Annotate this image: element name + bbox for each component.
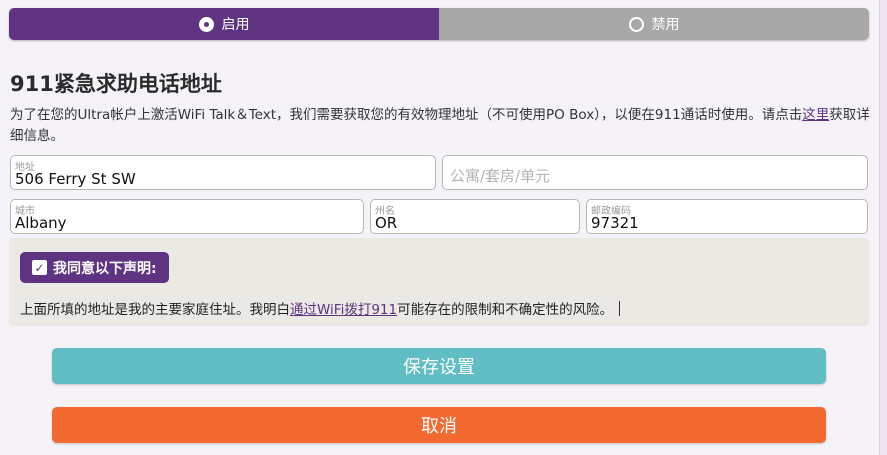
save-settings-button[interactable]: 保存设置 [52, 348, 826, 384]
description-text: 为了在您的Ultra帐户上激活WiFi Talk＆Text，我们需要获取您的有效… [10, 107, 803, 123]
checkmark-icon: ✓ [32, 260, 47, 275]
city-field[interactable]: 城市 Albany [10, 199, 364, 234]
toggle-enable-option[interactable]: 启用 [9, 8, 439, 40]
state-field[interactable]: 州名 OR [370, 199, 580, 234]
unit-field[interactable]: 公寓/套房/单元 [442, 155, 868, 190]
agreement-panel: ✓ 我同意以下声明: 上面所填的地址是我的主要家庭住址。我明白通过WiFi拨打9… [9, 238, 869, 326]
zip-field[interactable]: 邮政编码 97321 [586, 199, 868, 234]
cancel-button[interactable]: 取消 [52, 407, 826, 443]
toggle-enable-label: 启用 [221, 17, 250, 33]
toggle-disable-label: 禁用 [651, 17, 680, 33]
e911-address-page: 启用 禁用 911紧急求助电话地址 为了在您的Ultra帐户上激活WiFi Ta… [0, 0, 880, 455]
radio-selected-icon [198, 16, 214, 32]
toggle-disable-option[interactable]: 禁用 [439, 8, 869, 40]
page-description: 为了在您的Ultra帐户上激活WiFi Talk＆Text，我们需要获取您的有效… [10, 105, 870, 147]
radio-unselected-icon [628, 16, 644, 32]
wifi-calling-toggle: 启用 禁用 [9, 8, 869, 40]
details-link[interactable]: 这里 [802, 107, 829, 123]
text-cursor [619, 301, 621, 316]
city-value: Albany [15, 214, 67, 232]
state-value: OR [375, 214, 398, 232]
statement-prefix: 上面所填的地址是我的主要家庭住址。我明白 [20, 302, 290, 318]
agree-checkbox[interactable]: ✓ 我同意以下声明: [20, 252, 169, 283]
page-title: 911紧急求助电话地址 [10, 72, 222, 96]
wifi-911-link[interactable]: 通过WiFi拨打911 [290, 302, 397, 318]
address-field[interactable]: 地址 506 Ferry St SW [10, 155, 436, 190]
address-value: 506 Ferry St SW [15, 170, 136, 188]
agreement-statement: 上面所填的地址是我的主要家庭住址。我明白通过WiFi拨打911可能存在的限制和不… [20, 298, 621, 318]
zip-value: 97321 [591, 214, 639, 232]
unit-placeholder: 公寓/套房/单元 [450, 167, 551, 185]
statement-suffix: 可能存在的限制和不确定性的风险。 [397, 302, 614, 318]
agree-checkbox-label: 我同意以下声明: [53, 260, 157, 277]
